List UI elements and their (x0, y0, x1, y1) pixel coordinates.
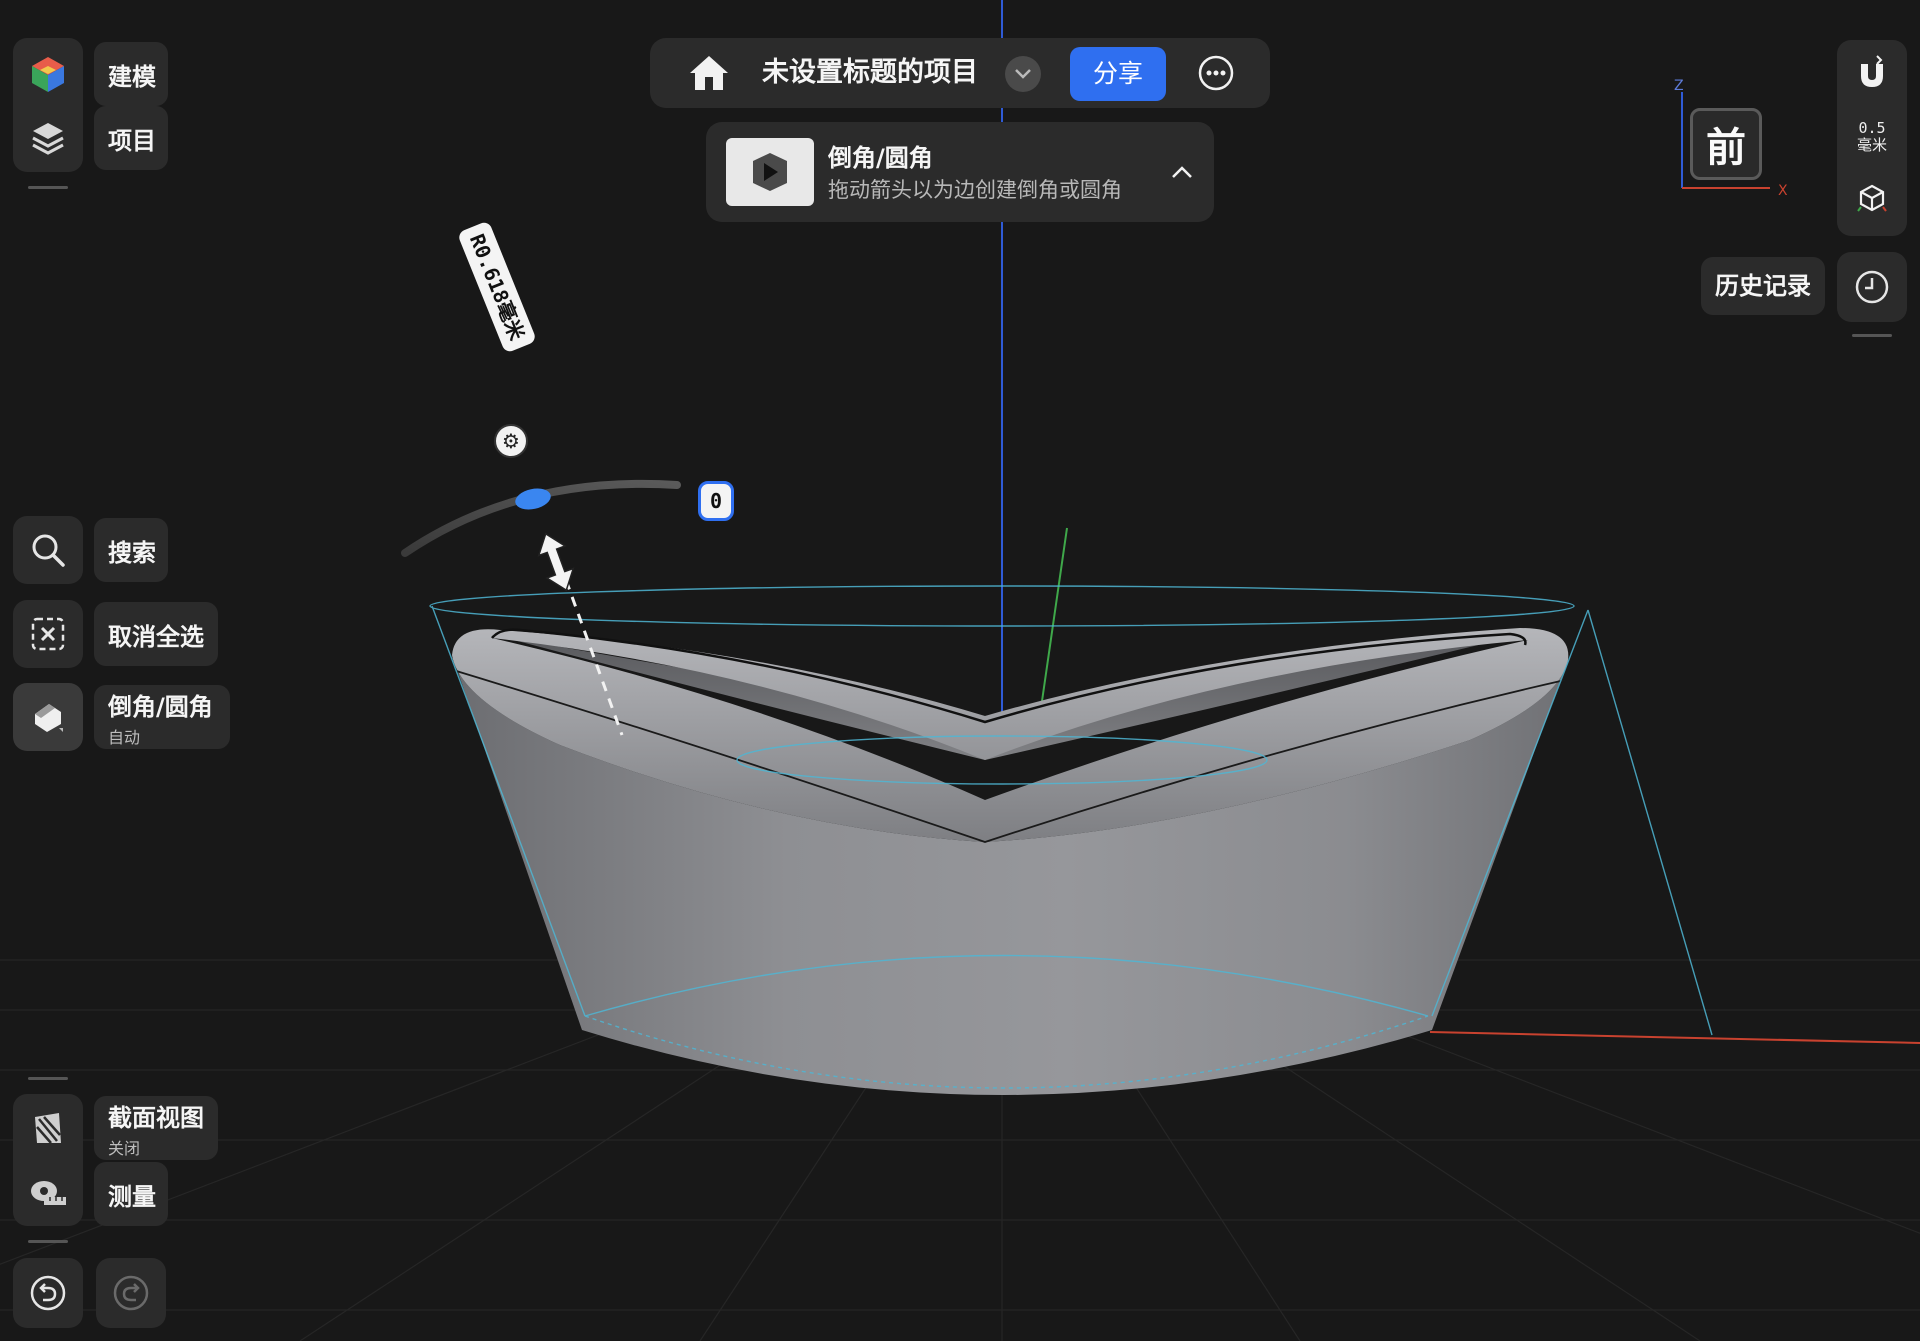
toolbar-divider (28, 186, 68, 189)
search-button[interactable]: 搜索 (94, 518, 168, 582)
fillet-tool-button[interactable]: 倒角/圆角 自动 (94, 685, 230, 749)
layers-icon[interactable] (20, 110, 76, 166)
mini-axis-z-label: Z (1674, 78, 1684, 94)
toolbar-divider (28, 1240, 68, 1243)
hint-title: 倒角/圆角 (828, 144, 933, 172)
fillet-settings-gear-icon[interactable]: ⚙ (494, 424, 528, 458)
project-title[interactable]: 未设置标题的项目 (762, 38, 978, 108)
y-axis-line (1039, 527, 1068, 716)
search-label: 搜索 (108, 538, 156, 567)
view-cube-icon[interactable] (1854, 180, 1890, 216)
drag-arrow-handle[interactable] (533, 529, 580, 595)
snap-panel: 0.5 毫米 (1837, 40, 1907, 236)
chevron-up-icon[interactable] (1162, 152, 1202, 192)
toolbar-divider (28, 1077, 68, 1080)
chevron-down-icon[interactable] (1005, 56, 1041, 92)
view-cube[interactable]: 前 (1690, 108, 1762, 180)
x-axis-line (1429, 1031, 1920, 1044)
toolbar-divider (1852, 334, 1892, 337)
deselect-all-button[interactable]: 取消全选 (94, 602, 218, 666)
snap-increment-value: 0.5 (1858, 119, 1886, 137)
deselect-icon (20, 606, 76, 662)
mini-axis-x-label: X (1778, 183, 1788, 199)
video-play-icon[interactable] (726, 138, 814, 206)
project-button[interactable]: 项目 (94, 106, 168, 170)
deselect-all-label: 取消全选 (108, 622, 204, 651)
more-icon[interactable] (1195, 52, 1237, 94)
fillet-segments-value[interactable]: 0 (698, 481, 734, 521)
snap-increment[interactable]: 0.5 毫米 (1837, 120, 1907, 154)
tool-hint-card: 倒角/圆角 拖动箭头以为边创建倒角或圆角 (706, 122, 1214, 222)
fillet-tool-mode: 自动 (108, 727, 141, 747)
project-label: 项目 (108, 126, 156, 155)
undo-icon (20, 1265, 76, 1321)
fillet-tool-label: 倒角/圆角 (108, 692, 213, 721)
clock-icon[interactable] (1837, 252, 1907, 322)
measure-label: 测量 (108, 1182, 156, 1211)
section-view-label: 截面视图 (108, 1103, 204, 1132)
hint-description: 拖动箭头以为边创建倒角或圆角 (828, 178, 1122, 202)
tape-measure-icon[interactable] (20, 1164, 76, 1220)
modeling-cube-icon[interactable] (20, 46, 76, 102)
snap-increment-unit: 毫米 (1856, 136, 1887, 154)
section-view-icon[interactable] (20, 1100, 76, 1156)
section-view-button[interactable]: 截面视图 关闭 (94, 1096, 218, 1160)
modeling-label: 建模 (108, 62, 156, 91)
magnet-icon[interactable] (1852, 52, 1892, 92)
share-button[interactable]: 分享 (1070, 47, 1166, 101)
redo-icon (103, 1265, 159, 1321)
home-icon[interactable] (684, 48, 734, 98)
fillet-icon (20, 689, 76, 745)
modeling-button[interactable]: 建模 (94, 42, 168, 106)
search-icon (20, 522, 76, 578)
history-button[interactable]: 历史记录 (1701, 257, 1825, 315)
top-bar: 未设置标题的项目 分享 (650, 38, 1270, 108)
section-view-state: 关闭 (108, 1138, 141, 1158)
measure-button[interactable]: 测量 (94, 1162, 168, 1226)
